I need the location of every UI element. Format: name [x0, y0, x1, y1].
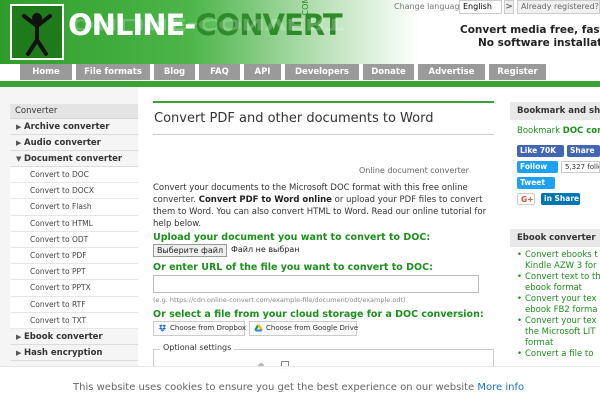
main-top-border [153, 101, 494, 103]
title-divider [153, 134, 494, 135]
sidebar: Converter ▶ Archive converter ▶ Audio conv… [10, 104, 138, 361]
page-title: Convert PDF and other documents to Word [154, 111, 434, 126]
cloud-heading: Or select a file from your cloud storage… [153, 309, 484, 320]
sidebar-category-document[interactable]: ▼ Document converter [10, 151, 138, 167]
google-drive-icon [254, 324, 263, 333]
optional-settings-label: Optional settings [160, 343, 235, 352]
nav-developers[interactable]: Developers [285, 64, 359, 80]
ad-label: Online document converter [359, 166, 469, 175]
nav-faq[interactable]: FAQ [199, 64, 240, 80]
cookie-banner: This website uses cookies to ensure you … [0, 366, 600, 406]
intro-bold-link[interactable]: Convert PDF to Word online [199, 195, 332, 205]
list-item[interactable]: ebook format [517, 283, 600, 294]
nav-advertise[interactable]: Advertise [418, 64, 485, 80]
twitter-follower-count: 5,327 followers [561, 161, 600, 173]
google-drive-button[interactable]: Choose from Google Drive [249, 321, 358, 336]
list-item[interactable]: Convert a file to [517, 349, 600, 360]
google-plus-button[interactable]: G+ [517, 193, 535, 205]
sidebar-item-flash[interactable]: Convert to Flash [10, 199, 138, 216]
already-registered-link[interactable]: Already registered? [517, 0, 600, 14]
sidebar-item-odt[interactable]: Convert to ODT [10, 231, 138, 248]
logo-com: .COM [301, 0, 310, 18]
nav-api[interactable]: API [244, 64, 281, 80]
list-item[interactable]: the Microsoft LIT [517, 327, 600, 338]
page: ONLINE-CONVERT ONLINE-CONVERT .COM Chang… [0, 0, 600, 406]
sidebar-heading: Converter [10, 104, 138, 119]
sidebar-item-ppt[interactable]: Convert to PPT [10, 264, 138, 281]
facebook-share-button[interactable]: Share [567, 145, 600, 157]
nav-home[interactable]: Home [20, 64, 72, 80]
sidebar-category-audio[interactable]: ▶ Audio converter [10, 135, 138, 151]
bookmark-text: Bookmark DOC conv [517, 126, 600, 136]
cookie-text: This website uses cookies to ensure you … [73, 382, 525, 393]
cookie-more-info-link[interactable]: More info [477, 382, 524, 393]
intro-paragraph: Convert your documents to the Microsoft … [153, 183, 487, 229]
triangle-right-icon: ▶ [16, 332, 22, 341]
logo-reflection: ONLINE-CONVERT [70, 15, 344, 34]
header: ONLINE-CONVERT ONLINE-CONVERT .COM Chang… [0, 0, 600, 64]
sidebar-item-docx[interactable]: Convert to DOCX [10, 183, 138, 200]
choose-file-button[interactable]: Выберите файл [153, 244, 227, 257]
url-heading: Or enter URL of the file you want to con… [153, 262, 433, 273]
no-file-chosen-text: Файл не выбран [231, 245, 300, 254]
language-label: Change language: [394, 2, 468, 11]
sidebar-category-hash[interactable]: ▶ Hash encryption [10, 344, 138, 361]
sidebar-item-txt[interactable]: Convert to TXT [10, 312, 138, 329]
facebook-like-button[interactable]: Like 70K [517, 145, 564, 157]
ebook-list: Convert ebooks t Kindle AZW 3 for Conver… [517, 250, 600, 360]
sidebar-category-ebook[interactable]: ▶ Ebook converter [10, 328, 138, 345]
language-select[interactable]: English [459, 0, 502, 14]
figure-logo-icon[interactable] [10, 4, 64, 60]
twitter-follow-button[interactable]: Follow [517, 161, 558, 173]
upload-heading: Upload your document you want to convert… [153, 232, 431, 243]
url-example: (e.g. https://cdn.online-convert.com/exa… [153, 296, 406, 304]
list-item[interactable]: Convert your tex [517, 294, 600, 305]
ebook-heading: Ebook converter [510, 229, 600, 247]
tagline-line-2: No software installation [478, 37, 600, 49]
list-item[interactable]: format [517, 338, 600, 349]
linkedin-share-button[interactable]: in Share [541, 193, 580, 205]
triangle-right-icon: ▶ [16, 123, 22, 131]
tagline-line-1: Convert media free, fast and [460, 24, 600, 36]
triangle-down-icon: ▼ [16, 155, 22, 163]
sidebar-category-archive[interactable]: ▶ Archive converter [10, 119, 138, 135]
nav-donate[interactable]: Donate [363, 64, 414, 80]
bookmark-heading: Bookmark and share [510, 102, 600, 120]
nav-register[interactable]: Register [489, 64, 546, 80]
sidebar-item-rtf[interactable]: Convert to RTF [10, 296, 138, 313]
sidebar-item-pdf[interactable]: Convert to PDF [10, 247, 138, 265]
dropbox-button[interactable]: Choose from Dropbox [153, 321, 246, 336]
nav-file-formats[interactable]: File formats [76, 64, 150, 80]
sidebar-item-doc[interactable]: Convert to DOC [10, 167, 138, 184]
list-item[interactable]: ebook FB2 forma [517, 305, 600, 316]
triangle-right-icon: ▶ [16, 139, 22, 147]
language-go-button[interactable]: > [504, 0, 514, 14]
list-item[interactable]: Convert text to th [517, 272, 600, 283]
url-input[interactable] [153, 275, 479, 293]
main-nav: Home File formats Blog FAQ API Developer… [0, 64, 600, 81]
nav-blog[interactable]: Blog [154, 64, 195, 80]
list-item[interactable]: Convert ebooks t [517, 250, 600, 261]
tagline: Convert media free, fast and No software… [460, 24, 600, 50]
sidebar-item-html[interactable]: Convert to HTML [10, 215, 138, 232]
list-item[interactable]: Convert your tex [517, 316, 600, 327]
dropbox-icon [158, 324, 167, 333]
sidebar-item-pptx[interactable]: Convert to PPTX [10, 280, 138, 297]
triangle-right-icon: ▶ [16, 348, 22, 357]
list-item[interactable]: Kindle AZW 3 for [517, 261, 600, 272]
tweet-button[interactable]: Tweet [517, 177, 555, 189]
